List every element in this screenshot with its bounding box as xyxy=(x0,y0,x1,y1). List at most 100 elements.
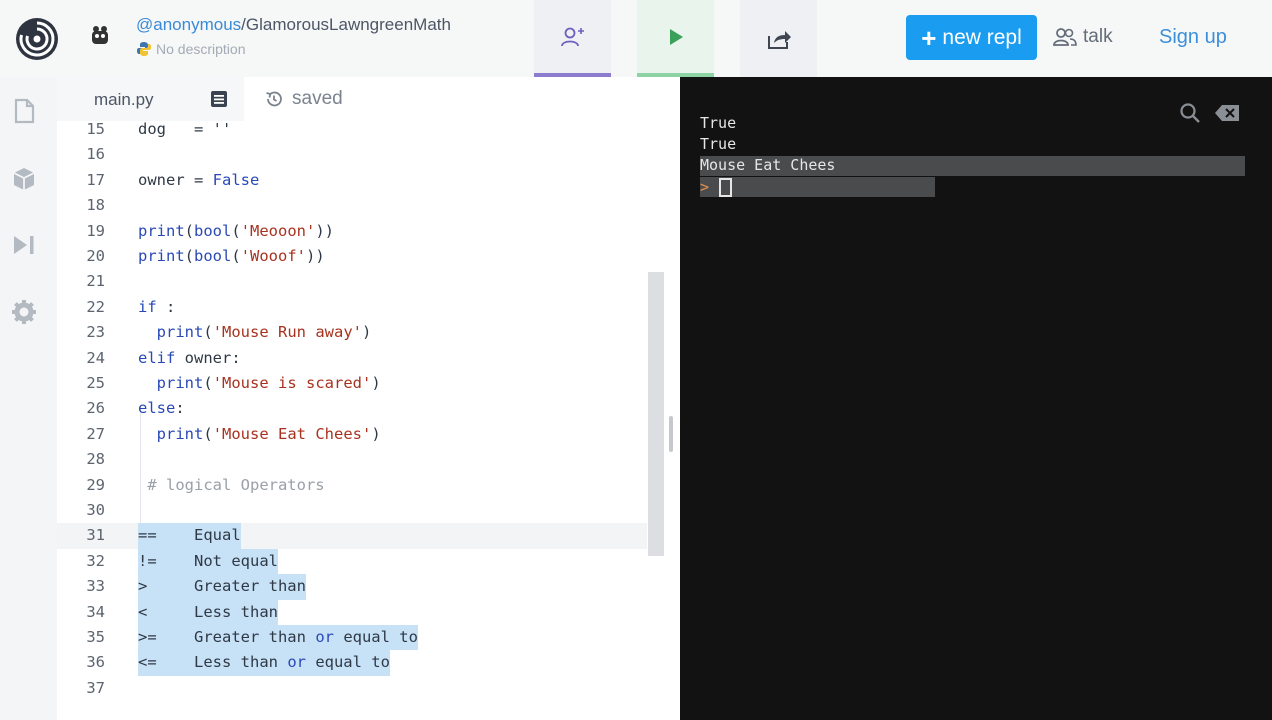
line-text[interactable]: print('Mouse is scared') xyxy=(138,371,381,396)
console-selection xyxy=(700,177,935,197)
description-text[interactable]: No description xyxy=(156,41,246,57)
line-number: 21 xyxy=(86,272,105,291)
line-text-selected[interactable]: == Equal xyxy=(138,523,241,549)
code-line[interactable]: 24 elif owner: xyxy=(57,346,647,371)
editor-tab-bar: main.py saved xyxy=(57,77,665,121)
line-text[interactable]: # logical Operators xyxy=(138,473,324,498)
line-text[interactable]: print('Mouse Run away') xyxy=(138,320,372,345)
top-header: @anonymous/GlamorousLawngreenMath No des… xyxy=(0,0,1272,77)
line-number: 15 xyxy=(86,120,105,138)
history-icon xyxy=(266,91,282,107)
resize-handle[interactable] xyxy=(669,416,673,452)
console-cursor[interactable] xyxy=(719,178,732,197)
code-line[interactable]: 35 >= Greater than or equal to xyxy=(57,625,647,651)
code-line[interactable]: 15 dog = '' xyxy=(57,117,647,142)
avatar-icon[interactable] xyxy=(86,22,114,50)
line-number: 17 xyxy=(86,170,105,189)
file-outline-icon[interactable] xyxy=(209,89,229,109)
code-line[interactable]: 37 xyxy=(57,676,647,701)
line-number: 35 xyxy=(86,628,105,646)
debugger-icon[interactable] xyxy=(10,231,38,259)
code-line[interactable]: 19 print(bool('Meooon')) xyxy=(57,219,647,244)
file-tab-main[interactable]: main.py xyxy=(57,77,244,121)
line-number: 30 xyxy=(86,501,105,519)
code-area[interactable]: 15 dog = '' 16 17 owner = False 18 19 pr… xyxy=(57,117,647,720)
line-text[interactable]: print(bool('Wooof')) xyxy=(138,244,325,269)
code-line[interactable]: 34 < Less than xyxy=(57,599,647,625)
files-icon[interactable] xyxy=(10,97,38,125)
python-icon xyxy=(137,42,151,56)
code-line[interactable]: 36 <= Less than or equal to xyxy=(57,650,647,676)
talk-link[interactable]: talk xyxy=(1053,26,1113,48)
console-prompt: > xyxy=(700,178,710,196)
line-text-selected[interactable]: >= Greater than or equal to xyxy=(138,625,418,651)
code-line[interactable]: 28 xyxy=(57,447,647,472)
left-sidebar xyxy=(0,77,57,720)
repl-name[interactable]: GlamorousLawngreenMath xyxy=(246,15,451,34)
line-number: 37 xyxy=(86,678,105,697)
new-repl-label: new repl xyxy=(942,25,1022,49)
save-status: saved xyxy=(244,77,665,121)
clear-console-icon[interactable] xyxy=(1214,104,1240,122)
line-number: 19 xyxy=(86,221,105,240)
line-number: 26 xyxy=(86,399,105,418)
code-line[interactable]: 16 xyxy=(57,142,647,167)
plus-icon: + xyxy=(921,22,937,53)
new-repl-button[interactable]: + new repl xyxy=(906,15,1037,60)
code-line[interactable]: 21 xyxy=(57,269,647,294)
line-text[interactable]: if : xyxy=(138,295,175,320)
repl-owner[interactable]: @anonymous xyxy=(136,15,241,34)
editor-scrollbar[interactable] xyxy=(648,272,664,556)
code-line[interactable]: 30 xyxy=(57,498,647,523)
code-line[interactable]: 17 owner = False xyxy=(57,168,647,193)
sign-up-link[interactable]: Sign up xyxy=(1159,26,1227,49)
line-number: 33 xyxy=(86,577,105,596)
code-line[interactable]: 32 != Not equal xyxy=(57,548,647,575)
code-line-current[interactable]: 31 == Equal xyxy=(57,523,647,549)
line-text-selected[interactable]: <= Less than or equal to xyxy=(138,650,390,676)
share-icon xyxy=(767,30,791,49)
code-line[interactable]: 20 print(bool('Wooof')) xyxy=(57,244,647,269)
line-number: 16 xyxy=(86,145,105,164)
share-button[interactable] xyxy=(740,0,817,77)
line-text-selected[interactable]: < Less than xyxy=(138,599,278,625)
code-editor: main.py saved 15 dog = '' 16 17 owner = … xyxy=(57,77,665,720)
code-line[interactable]: 22 if : xyxy=(57,295,647,320)
line-text-selected[interactable]: > Greater than xyxy=(138,574,306,600)
code-line[interactable]: 26 else: xyxy=(57,396,647,421)
line-text[interactable]: elif owner: xyxy=(138,346,241,371)
code-line[interactable]: 33 > Greater than xyxy=(57,574,647,600)
console-output-line: True xyxy=(700,135,737,153)
repl-description: No description xyxy=(136,41,246,57)
repl-title[interactable]: @anonymous/GlamorousLawngreenMath xyxy=(136,15,451,35)
invite-button[interactable] xyxy=(534,0,611,77)
search-icon[interactable] xyxy=(1179,102,1201,124)
line-text[interactable]: dog = '' xyxy=(138,117,231,142)
code-line[interactable]: 29 # logical Operators xyxy=(57,473,647,498)
console-output-line: Mouse Eat Chees xyxy=(700,156,836,174)
line-number: 27 xyxy=(86,424,105,443)
packages-icon[interactable] xyxy=(10,165,38,193)
invite-user-icon xyxy=(560,27,584,46)
line-text[interactable]: owner = False xyxy=(138,168,259,193)
line-text[interactable]: print(bool('Meooon')) xyxy=(138,219,334,244)
line-number: 32 xyxy=(86,551,105,570)
line-number: 18 xyxy=(86,196,105,215)
line-number: 25 xyxy=(86,374,105,392)
talk-label: talk xyxy=(1083,26,1113,47)
line-text[interactable]: else: xyxy=(138,396,185,421)
line-text[interactable]: print('Mouse Eat Chees') xyxy=(138,422,381,447)
run-button[interactable] xyxy=(637,0,714,77)
pane-divider[interactable] xyxy=(665,77,680,720)
code-line[interactable]: 23 print('Mouse Run away') xyxy=(57,320,647,345)
settings-icon[interactable] xyxy=(10,298,38,326)
line-text-selected[interactable]: != Not equal xyxy=(138,548,278,575)
logo-icon[interactable] xyxy=(14,16,60,62)
line-number: 28 xyxy=(86,450,105,469)
line-number: 34 xyxy=(86,602,105,621)
code-line[interactable]: 25 print('Mouse is scared') xyxy=(57,371,647,396)
code-line[interactable]: 18 xyxy=(57,193,647,218)
line-number: 22 xyxy=(86,297,105,316)
code-line[interactable]: 27 print('Mouse Eat Chees') xyxy=(57,422,647,447)
line-number: 20 xyxy=(86,247,105,265)
